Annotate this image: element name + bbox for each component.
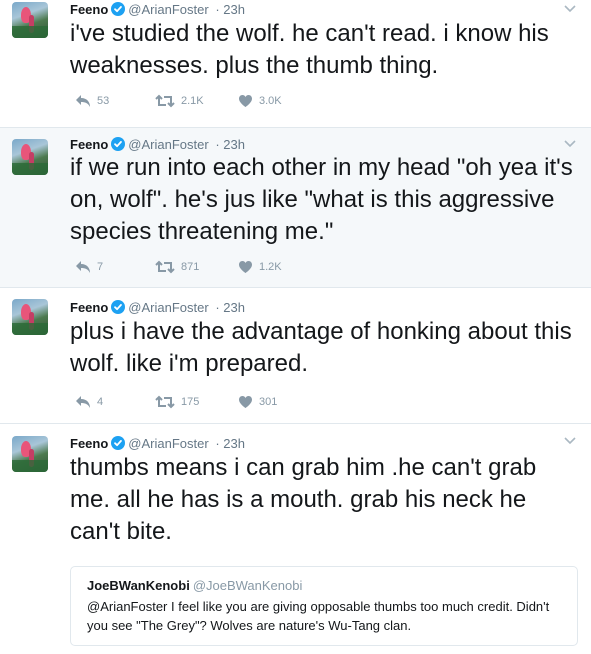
reply-icon <box>76 261 90 273</box>
avatar[interactable] <box>12 436 48 472</box>
handle[interactable]: @ArianFoster <box>128 436 208 451</box>
reply-count: 4 <box>97 396 104 408</box>
quoted-tweet-text: @ArianFoster I feel like you are giving … <box>87 599 550 633</box>
reply-count: 53 <box>97 95 110 107</box>
reply-button[interactable]: 7 <box>75 260 103 274</box>
quoted-display-name[interactable]: JoeBWanKenobi <box>87 578 190 593</box>
reply-count: 7 <box>97 261 104 273</box>
display-name[interactable]: Feeno <box>70 300 108 315</box>
tweet-header: Feeno @ArianFoster · 23h <box>70 436 245 451</box>
quoted-handle[interactable]: @JoeBWanKenobi <box>193 578 303 593</box>
tweet-header: Feeno @ArianFoster · 23h <box>70 137 245 152</box>
tweet-text: i've studied the wolf. he can't read. i … <box>70 20 549 79</box>
retweet-button[interactable]: 2.1K <box>155 94 204 108</box>
retweet-icon <box>155 94 175 108</box>
chevron-down-icon[interactable] <box>563 436 577 446</box>
tweet-text: thumbs means i can grab him .he can't gr… <box>70 454 537 545</box>
retweet-button[interactable]: 871 <box>155 260 199 274</box>
tweet[interactable]: Feeno @ArianFoster · 23h plus i have the … <box>0 288 591 424</box>
tweet-text: plus i have the advantage of honking abo… <box>70 318 572 377</box>
verified-badge-icon <box>111 300 126 314</box>
timestamp[interactable]: · 23h <box>215 300 245 315</box>
retweet-count: 871 <box>181 261 200 273</box>
timestamp[interactable]: · 23h <box>215 137 245 152</box>
retweet-icon <box>155 395 175 409</box>
avatar[interactable] <box>12 139 48 175</box>
tweet[interactable]: Feeno @ArianFoster · 23h i've studied the… <box>0 0 591 128</box>
heart-icon <box>239 261 252 273</box>
retweet-button[interactable]: 175 <box>155 395 199 409</box>
quoted-tweet-header: JoeBWanKenobi @JoeBWanKenobi <box>87 578 302 593</box>
retweet-count: 175 <box>181 396 200 408</box>
reply-icon <box>76 396 90 408</box>
tweet[interactable]: Feeno @ArianFoster · 23h if we run into e… <box>0 128 591 288</box>
handle[interactable]: @ArianFoster <box>128 137 208 152</box>
chevron-down-icon[interactable] <box>563 139 577 149</box>
like-button[interactable]: 1.2K <box>238 260 282 274</box>
like-button[interactable]: 3.0K <box>238 94 282 108</box>
avatar[interactable] <box>12 2 48 38</box>
heart-icon <box>239 95 252 107</box>
tweet-header: Feeno @ArianFoster · 23h <box>70 300 245 315</box>
retweet-icon <box>155 260 175 274</box>
handle[interactable]: @ArianFoster <box>128 2 208 17</box>
avatar[interactable] <box>12 299 48 335</box>
retweet-count: 2.1K <box>181 95 204 107</box>
tweet-text: if we run into each other in my head "oh… <box>70 154 573 245</box>
handle[interactable]: @ArianFoster <box>128 300 208 315</box>
chevron-down-icon[interactable] <box>563 4 577 14</box>
like-count: 3.0K <box>259 95 282 107</box>
reply-icon <box>76 95 90 107</box>
verified-badge-icon <box>111 436 126 450</box>
verified-badge-icon <box>111 2 126 16</box>
display-name[interactable]: Feeno <box>70 137 108 152</box>
verified-badge-icon <box>111 137 126 151</box>
timestamp[interactable]: · 23h <box>215 436 245 451</box>
heart-icon <box>239 396 252 408</box>
reply-button[interactable]: 53 <box>75 94 109 108</box>
like-count: 301 <box>259 396 278 408</box>
timestamp[interactable]: · 23h <box>215 2 245 17</box>
tweet-header: Feeno @ArianFoster · 23h <box>70 2 245 17</box>
display-name[interactable]: Feeno <box>70 436 108 451</box>
display-name[interactable]: Feeno <box>70 2 108 17</box>
like-count: 1.2K <box>259 261 282 273</box>
quoted-tweet[interactable]: JoeBWanKenobi @JoeBWanKenobi @ArianFoster… <box>70 566 578 646</box>
like-button[interactable]: 301 <box>238 395 277 409</box>
reply-button[interactable]: 4 <box>75 395 103 409</box>
